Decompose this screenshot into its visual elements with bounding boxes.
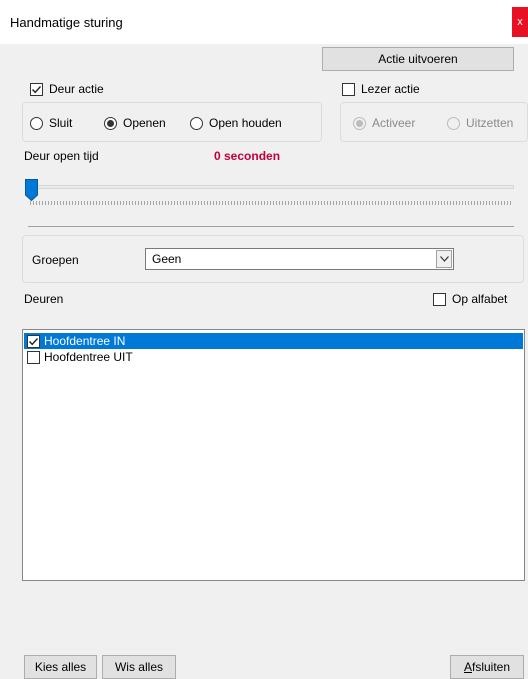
- door-open-time-value: 0 seconden: [214, 149, 281, 163]
- radio-open-houden[interactable]: Open houden: [190, 116, 282, 130]
- radio-empty-icon: [190, 116, 203, 130]
- close-button-accesskey: A: [463, 660, 472, 674]
- close-button[interactable]: Afsluiten: [450, 655, 524, 679]
- list-item-label: Hoofdentree UIT: [44, 350, 133, 364]
- sort-alphabetical-checkbox[interactable]: Op alfabet: [433, 292, 507, 306]
- slider-track[interactable]: [28, 185, 514, 189]
- door-open-time-label: Deur open tijd: [24, 149, 99, 163]
- slider-thumb[interactable]: [25, 179, 38, 204]
- radio-uitzetten-label: Uitzetten: [466, 116, 514, 130]
- chevron-down-icon[interactable]: [436, 250, 452, 268]
- reader-action-label: Lezer actie: [361, 82, 420, 96]
- checkbox-empty-icon[interactable]: [27, 350, 40, 364]
- radio-empty-disabled-icon: [447, 116, 460, 130]
- execute-action-button[interactable]: Actie uitvoeren: [322, 47, 514, 71]
- clear-all-button[interactable]: Wis alles: [102, 655, 176, 679]
- radio-uitzetten: Uitzetten: [447, 116, 513, 130]
- list-item[interactable]: Hoofdentree UIT: [24, 349, 523, 365]
- close-button-label-rest: fsluiten: [471, 660, 511, 674]
- doors-list[interactable]: Hoofdentree IN Hoofdentree UIT: [22, 329, 525, 581]
- slider-ticks: [30, 201, 512, 205]
- radio-selected-icon: [104, 116, 117, 130]
- title-bar: Handmatige sturing x: [0, 0, 528, 44]
- window-title: Handmatige sturing: [10, 15, 123, 30]
- checkbox-checked-icon[interactable]: [27, 334, 40, 348]
- door-action-label: Deur actie: [49, 82, 104, 96]
- select-all-button[interactable]: Kies alles: [24, 655, 97, 679]
- checkbox-empty-icon: [433, 292, 446, 306]
- radio-openen[interactable]: Openen: [104, 116, 166, 130]
- groups-select-value: Geen: [152, 252, 182, 266]
- reader-action-checkbox[interactable]: Lezer actie: [342, 82, 420, 96]
- radio-activeer: Activeer: [353, 116, 415, 130]
- list-item[interactable]: Hoofdentree IN: [24, 333, 523, 349]
- radio-open-houden-label: Open houden: [209, 116, 282, 130]
- separator: [28, 226, 514, 227]
- radio-activeer-label: Activeer: [372, 116, 416, 130]
- door-action-checkbox[interactable]: Deur actie: [30, 82, 104, 96]
- doors-label: Deuren: [24, 292, 64, 306]
- radio-openen-label: Openen: [123, 116, 166, 130]
- checkbox-empty-icon: [342, 82, 355, 96]
- radio-sluit[interactable]: Sluit: [30, 116, 72, 130]
- sort-alphabetical-label: Op alfabet: [452, 292, 508, 306]
- radio-empty-icon: [30, 116, 43, 130]
- close-window-button[interactable]: x: [512, 7, 528, 37]
- checkbox-checked-icon: [30, 82, 43, 96]
- radio-selected-disabled-icon: [353, 116, 366, 130]
- groups-label: Groepen: [32, 253, 79, 267]
- list-item-label: Hoofdentree IN: [44, 334, 126, 348]
- groups-select[interactable]: Geen: [145, 248, 454, 270]
- radio-sluit-label: Sluit: [49, 116, 73, 130]
